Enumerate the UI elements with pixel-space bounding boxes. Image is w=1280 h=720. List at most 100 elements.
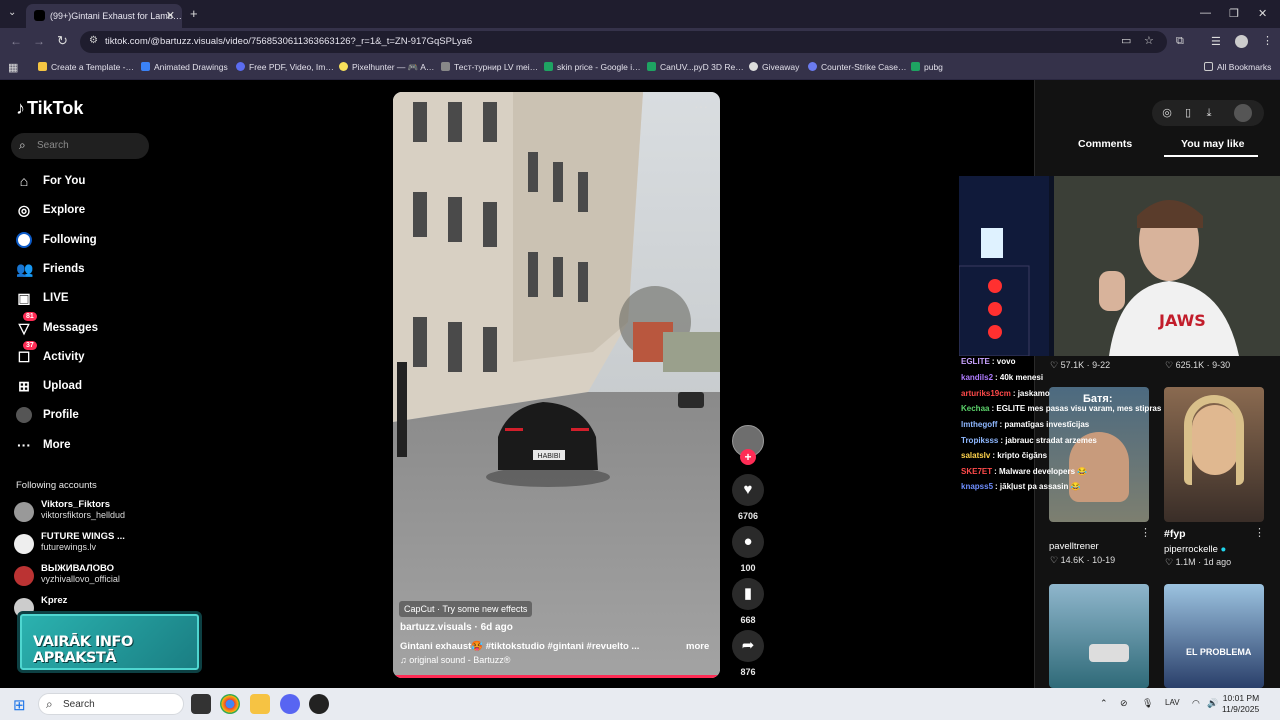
microphone-icon[interactable]: 🎙 [1142, 698, 1153, 709]
windows-start-icon[interactable]: ⊞ [13, 696, 26, 714]
all-bookmarks[interactable]: All Bookmarks [1204, 62, 1271, 72]
nav-profile[interactable]: Profile [16, 406, 166, 426]
bookmark-item[interactable]: Giveaway [749, 62, 799, 72]
avatar [14, 502, 34, 522]
cast-icon[interactable]: ▭ [1121, 34, 1131, 47]
nav-for-you[interactable]: ⌂ For You [16, 172, 166, 192]
card-options-icon[interactable]: ⋮ [1254, 526, 1265, 539]
video-options-icon[interactable]: ··· [694, 98, 708, 114]
back-icon[interactable]: ← [10, 34, 22, 48]
keyboard-language[interactable]: LAV [1165, 698, 1180, 707]
bookmark-item[interactable]: Free PDF, Video, Im… [236, 62, 334, 72]
browser-tab-bar: ⌄ (99+)Gintani Exhaust for Lamb… ✕ + — ❐… [0, 0, 1280, 28]
file-explorer-icon[interactable] [250, 694, 270, 714]
bookmark-item[interactable]: Create a Template -… [38, 62, 134, 72]
network-icon[interactable]: ⊘ [1120, 698, 1128, 709]
profile-avatar-icon[interactable] [1235, 35, 1248, 48]
following-account[interactable]: Viktors_Fiktors viktorsfiktors_helldud [14, 499, 164, 527]
heart-icon: ♥ [743, 481, 753, 498]
following-account[interactable]: FUTURE WINGS ... futurewings.lv [14, 531, 164, 559]
nav-friends[interactable]: 👥 Friends [16, 260, 166, 280]
compass-icon: ◎ [17, 202, 31, 218]
user-avatar-icon[interactable] [1234, 104, 1252, 122]
apps-grid-icon[interactable]: ▦ [8, 61, 18, 74]
chat-message: lmthegoff: pamatīgas investīcijas [961, 420, 1090, 429]
download-icon[interactable]: ⤓ [1200, 104, 1218, 122]
window-close-icon[interactable]: ✕ [1258, 7, 1267, 20]
discord-icon[interactable] [280, 694, 300, 714]
nav-explore[interactable]: ◎ Explore [16, 201, 166, 221]
bookmark-item[interactable]: pubg [911, 62, 943, 72]
video-player[interactable]: HABIBI ··· CapCut · Try some new effects… [393, 92, 720, 678]
nav-activity[interactable]: ☐ 37 Activity [16, 341, 166, 368]
like-button[interactable]: ♥ [732, 474, 764, 506]
compass-icon[interactable]: ◎ [1158, 104, 1176, 122]
save-button[interactable]: ▮ [732, 578, 764, 610]
video-card-thumbnail[interactable]: EL PROBLEMA [1164, 584, 1264, 688]
video-card-thumbnail[interactable] [1164, 387, 1264, 522]
follow-plus-button[interactable]: + [740, 449, 756, 465]
avatar [14, 534, 34, 554]
card-user[interactable]: piperrockelle ● [1164, 544, 1226, 555]
tiktok-note-icon: ♪ [16, 98, 25, 118]
card-user[interactable]: pavelltrener [1049, 541, 1099, 552]
tab-comments[interactable]: Comments [1078, 138, 1132, 150]
url-text: tiktok.com/@bartuzz.visuals/video/756853… [105, 36, 473, 47]
windows-taskbar: ⊞ ⌕ Search ⌃ ⊘ 🎙 LAV ◠ 🔊 10:01 PM 11/9/2… [0, 688, 1280, 720]
bookmark-item[interactable]: skin price - Google i… [544, 62, 641, 72]
bookmark-item[interactable]: Pixelhunter — 🎮 A… [339, 62, 434, 73]
app-icon[interactable] [309, 694, 329, 714]
save-count: 668 [740, 615, 756, 625]
minimize-icon[interactable]: — [1200, 7, 1211, 19]
tray-expand-icon[interactable]: ⌃ [1100, 698, 1108, 709]
site-info-icon[interactable]: ⚙ [89, 35, 98, 46]
following-accounts-heading: Following accounts [16, 480, 97, 491]
share-button[interactable]: ➦ [732, 630, 764, 662]
taskbar-search[interactable]: ⌕ Search [38, 693, 184, 715]
video-progress-bar[interactable] [393, 675, 720, 678]
capcut-label[interactable]: CapCut · Try some new effects [399, 601, 533, 617]
reading-list-icon[interactable]: ☰ [1211, 35, 1221, 48]
bookmark-item[interactable]: Тест-турнир LV mei… [441, 62, 538, 72]
new-tab-icon[interactable]: + [190, 6, 198, 21]
bookmark-item[interactable]: Animated Drawings [141, 62, 228, 72]
nav-more[interactable]: ··· More [16, 436, 166, 456]
extensions-icon[interactable]: ⧉ [1176, 35, 1184, 48]
avatar [14, 566, 34, 586]
tab-close-icon[interactable]: ✕ [166, 9, 175, 22]
nav-upload[interactable]: ⊞ Upload [16, 377, 166, 397]
menu-kebab-icon[interactable]: ⋮ [1262, 34, 1273, 47]
tiktok-logo[interactable]: ♪ TikTok [16, 98, 83, 119]
video-author[interactable]: bartuzz.visuals · 6d ago [400, 622, 513, 633]
caption-more-link[interactable]: more [686, 641, 709, 652]
share-count: 876 [740, 667, 756, 677]
following-account[interactable]: ВЫЖИВАЛОВО vyzhivallovo_official [14, 563, 164, 591]
chrome-icon[interactable] [220, 694, 240, 714]
reload-icon[interactable]: ↻ [57, 33, 68, 49]
volume-icon[interactable]: 🔊 [1207, 698, 1218, 709]
comment-button[interactable]: ● [732, 526, 764, 558]
card-likes: ♡ 1.1M · 1d ago [1165, 557, 1232, 567]
active-tab-indicator [1164, 155, 1258, 157]
nav-live[interactable]: ▣ LIVE [16, 289, 166, 309]
bookmark-item[interactable]: CanUV...pyD 3D Re… [647, 62, 744, 72]
nav-following[interactable]: Following [16, 231, 166, 251]
nav-messages[interactable]: ▽ 81 Messages [16, 312, 166, 339]
maximize-icon[interactable]: ❐ [1229, 7, 1239, 20]
bookmark-item[interactable]: Counter-Strike Case… [808, 62, 907, 72]
search-input[interactable]: ⌕ Search [11, 133, 149, 159]
task-view-icon[interactable] [191, 694, 211, 714]
search-icon: ⌕ [19, 138, 26, 152]
tab-you-may-like[interactable]: You may like [1181, 138, 1244, 150]
bookmark-star-icon[interactable]: ☆ [1144, 34, 1154, 47]
address-bar[interactable]: ⚙ tiktok.com/@bartuzz.visuals/video/7568… [80, 31, 1167, 53]
video-sound[interactable]: ♫ original sound - Bartuzz® [400, 655, 510, 665]
card-options-icon[interactable]: ⋮ [1140, 526, 1151, 539]
video-card-thumbnail[interactable] [1049, 584, 1149, 688]
taskbar-clock[interactable]: 10:01 PM 11/9/2025 [1222, 693, 1259, 715]
browser-tab[interactable]: (99+)Gintani Exhaust for Lamb… ✕ [26, 4, 182, 28]
forward-icon[interactable]: → [33, 34, 45, 48]
wifi-icon[interactable]: ◠ [1192, 698, 1200, 709]
phone-icon[interactable]: ▯ [1179, 104, 1197, 122]
tab-search-icon[interactable]: ⌄ [8, 7, 16, 18]
